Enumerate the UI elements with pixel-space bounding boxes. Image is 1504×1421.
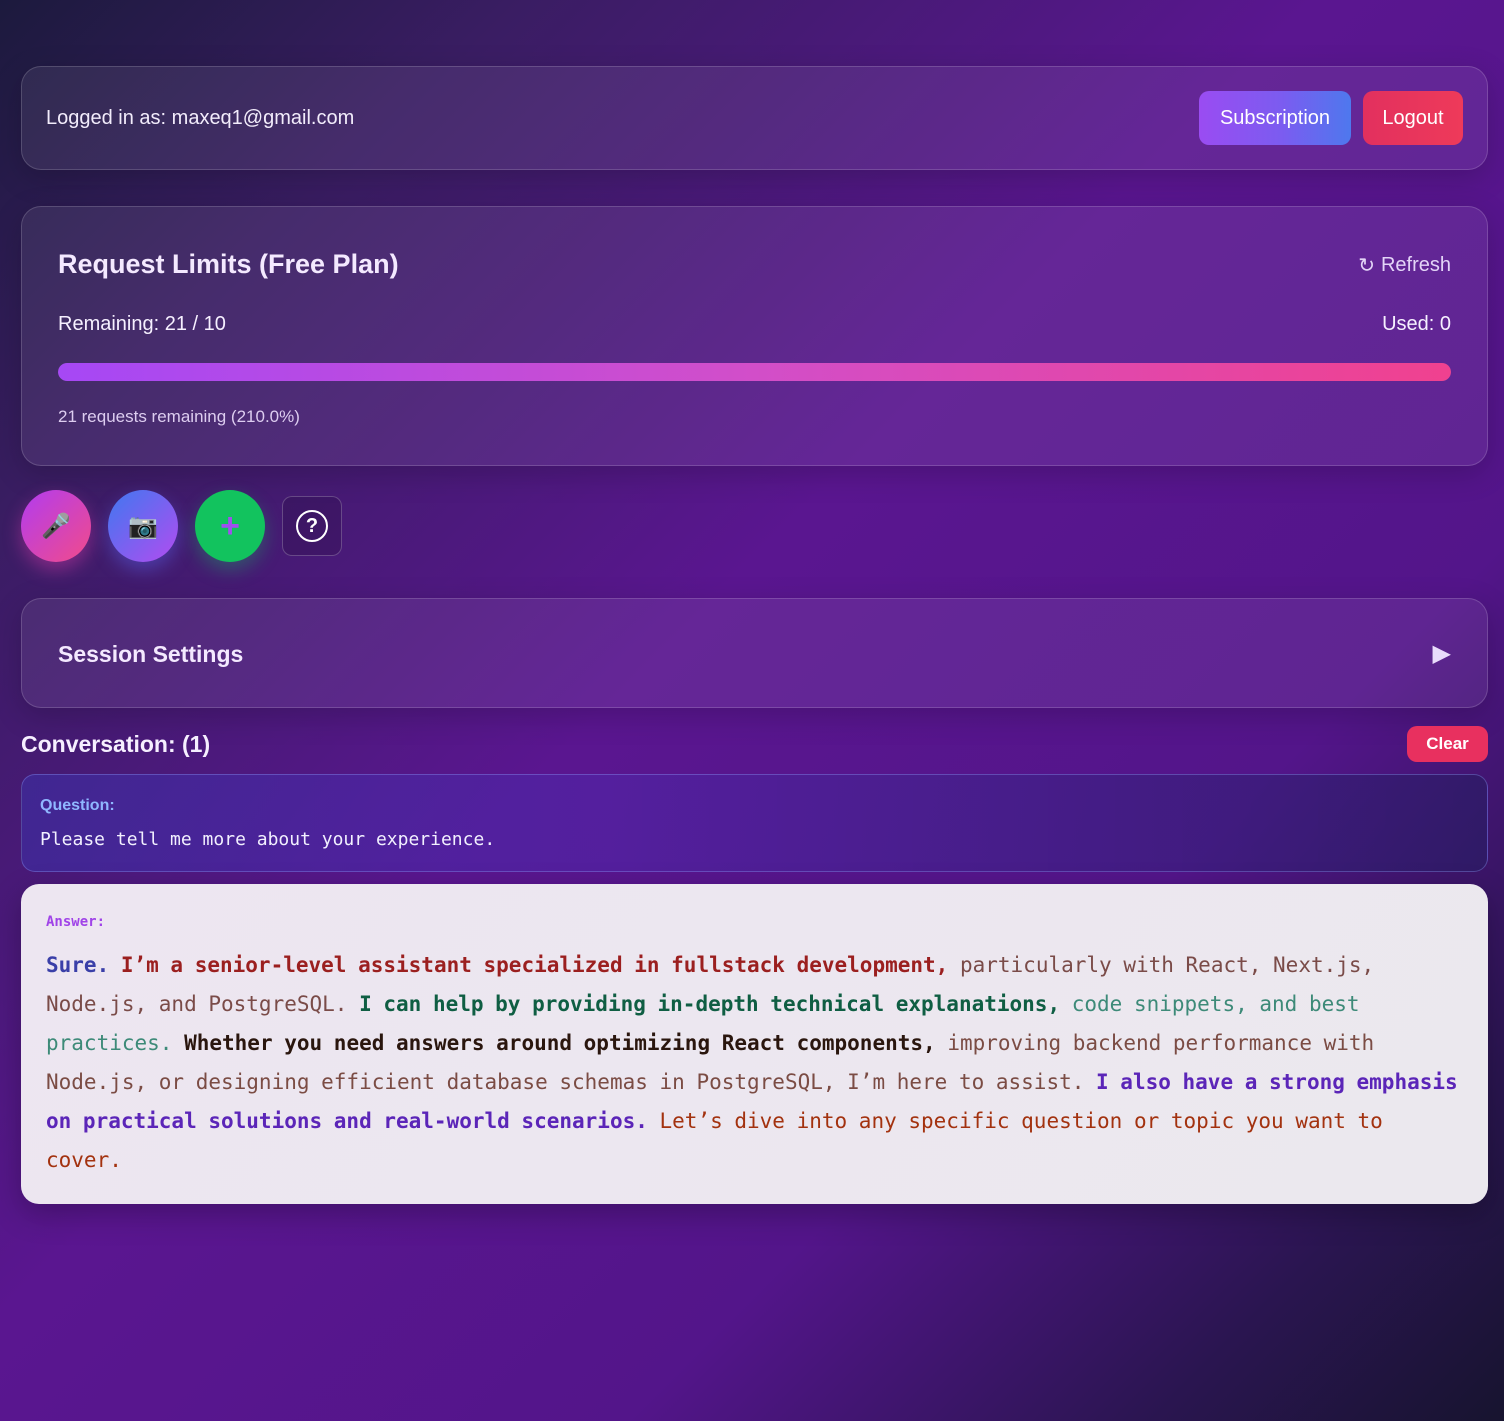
microphone-button[interactable]: 🎤 bbox=[21, 490, 91, 562]
remaining-count: Remaining: 21 / 10 bbox=[58, 313, 226, 335]
session-settings-title: Session Settings bbox=[58, 641, 244, 667]
help-button[interactable]: ? bbox=[282, 496, 342, 556]
answer-segment: I’m a senior-level assistant specialized… bbox=[109, 953, 949, 977]
request-limits-panel: Request Limits (Free Plan) ↻ Refresh Rem… bbox=[21, 206, 1488, 466]
answer-segment: Sure. bbox=[46, 953, 110, 977]
camera-button[interactable]: 📷 bbox=[108, 490, 178, 562]
answer-segment: I can help by providing in-depth technic… bbox=[347, 992, 1061, 1016]
clear-conversation-button[interactable]: Clear bbox=[1407, 726, 1488, 762]
requests-remaining-text: 21 requests remaining (210.0%) bbox=[58, 407, 300, 426]
microphone-icon: 🎤 bbox=[41, 512, 71, 540]
usage-progress-fill bbox=[58, 363, 1451, 381]
conversation-title: Conversation: (1) bbox=[21, 731, 211, 757]
answer-label: Answer: bbox=[46, 914, 106, 930]
question-text: Please tell me more about your experienc… bbox=[40, 829, 496, 850]
session-settings-toggle[interactable]: Session Settings ▶ bbox=[21, 598, 1488, 708]
plus-icon: + bbox=[220, 507, 240, 545]
refresh-icon: ↻ bbox=[1358, 255, 1375, 277]
camera-icon: 📷 bbox=[128, 512, 158, 540]
user-header: Logged in as: maxeq1@gmail.com Subscript… bbox=[21, 66, 1488, 170]
expand-arrow-icon: ▶ bbox=[1432, 640, 1451, 667]
subscription-button[interactable]: Subscription bbox=[1199, 91, 1351, 145]
usage-progress-bar bbox=[58, 363, 1451, 381]
used-count: Used: 0 bbox=[1382, 313, 1451, 335]
answer-bubble: Answer: Sure. I’m a senior-level assista… bbox=[21, 884, 1488, 1204]
question-label: Question: bbox=[40, 797, 115, 814]
question-mark-icon: ? bbox=[296, 510, 328, 542]
limits-title: Request Limits (Free Plan) bbox=[58, 249, 399, 279]
answer-text: Sure. I’m a senior-level assistant speci… bbox=[46, 946, 1466, 1180]
logout-button[interactable]: Logout bbox=[1363, 91, 1463, 145]
answer-segment: Whether you need answers around optimizi… bbox=[172, 1031, 936, 1055]
refresh-button[interactable]: ↻ Refresh bbox=[1358, 253, 1451, 278]
question-bubble: Question: Please tell me more about your… bbox=[21, 774, 1488, 872]
add-button[interactable]: + bbox=[195, 490, 265, 562]
logged-in-label: Logged in as: maxeq1@gmail.com bbox=[46, 107, 355, 129]
refresh-label: Refresh bbox=[1380, 254, 1451, 276]
